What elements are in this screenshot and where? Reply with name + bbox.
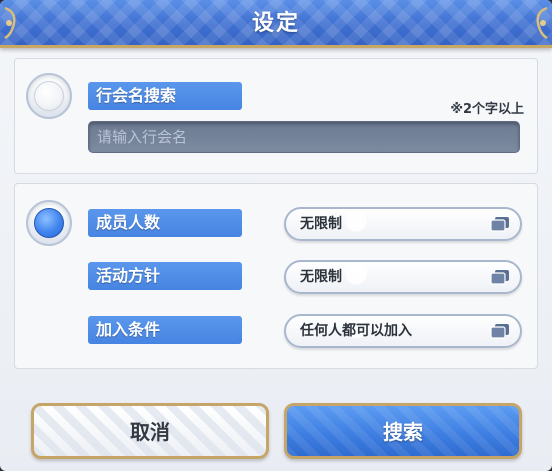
member-count-value: 无限制 xyxy=(300,216,342,232)
min-length-hint: ※2个字以上 xyxy=(450,102,524,117)
search-button[interactable]: 搜索 xyxy=(284,403,522,459)
dialog-title: 设定 xyxy=(251,11,300,36)
join-condition-select[interactable]: 任何人都可以加入 xyxy=(284,314,522,348)
guild-name-input[interactable]: 请输入行会名 xyxy=(88,121,520,153)
activity-policy-select[interactable]: 无限制 xyxy=(284,260,522,294)
guild-name-label: 行会名搜索 xyxy=(88,82,242,110)
activity-policy-label: 活动方针 xyxy=(88,262,242,290)
activity-policy-value: 无限制 xyxy=(300,269,342,285)
radio-dot xyxy=(34,208,64,238)
window-copy-icon xyxy=(490,217,509,232)
window-copy-icon xyxy=(490,324,509,339)
member-count-label: 成员人数 xyxy=(88,209,242,237)
filter-radio[interactable] xyxy=(26,200,72,246)
corner-ornament-icon xyxy=(536,6,548,40)
member-count-select[interactable]: 无限制 xyxy=(284,207,522,241)
window-copy-icon xyxy=(490,270,509,285)
guild-name-radio[interactable] xyxy=(26,73,72,119)
radio-dot xyxy=(34,81,64,111)
cancel-button[interactable]: 取消 xyxy=(31,403,269,459)
title-bar: 设定 xyxy=(0,0,552,48)
join-condition-value: 任何人都可以加入 xyxy=(300,323,412,339)
settings-dialog: 设定 行会名搜索 ※2个字以上 请输入行会名 成员人数 无限制 活动方针 无限制… xyxy=(0,0,552,471)
join-condition-label: 加入条件 xyxy=(88,316,242,344)
